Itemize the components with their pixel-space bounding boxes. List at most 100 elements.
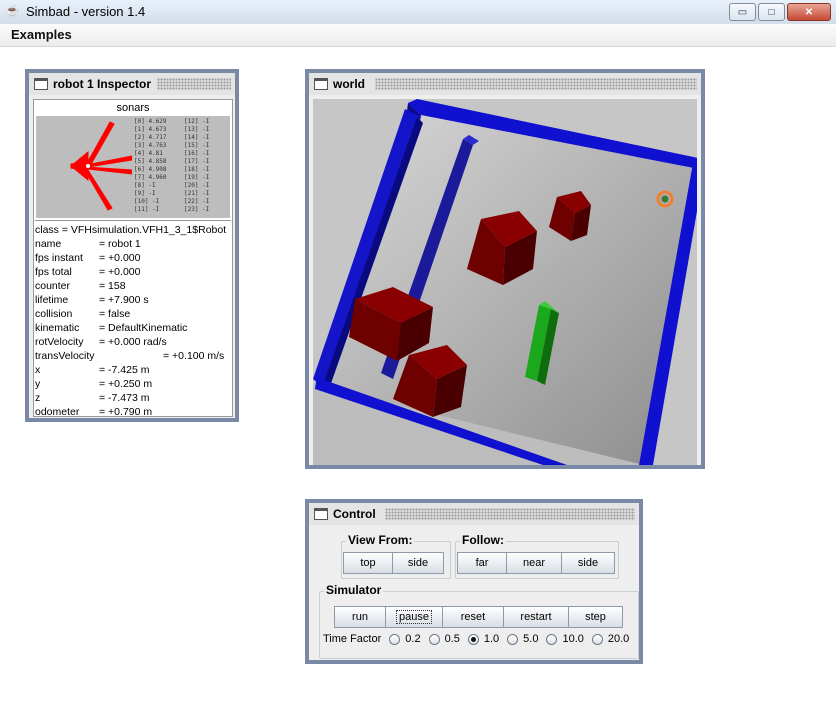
window-controls: ▭ □ ✕	[729, 3, 831, 21]
sonar-reading: [18] -I	[184, 166, 210, 173]
property-row: z = -7.473 m	[35, 391, 231, 405]
sonar-reading: [1] 4.673	[134, 126, 167, 133]
property-value: = -7.473 m	[99, 392, 150, 404]
maximize-button[interactable]: □	[758, 3, 785, 21]
property-value: = +0.000 rad/s	[99, 336, 167, 348]
time-factor-radio[interactable]	[467, 633, 479, 645]
property-value: = DefaultKinematic	[99, 322, 188, 334]
time-factor-label: Time Factor	[323, 633, 382, 645]
sonar-rays-graphic	[70, 121, 132, 211]
world-title: world	[333, 77, 365, 91]
sonar-reading: [13] -I	[184, 126, 210, 133]
view-from-group: View From: top side	[341, 533, 451, 579]
robot-marker	[86, 164, 90, 168]
time-factor-radio[interactable]	[428, 633, 440, 645]
property-value: = -7.425 m	[99, 364, 150, 376]
property-row: lifetime = +7.900 s	[35, 293, 231, 307]
sonar-reading: [2] 4.717	[134, 134, 167, 141]
property-value: = +0.100 m/s	[163, 350, 225, 362]
pause-button[interactable]: pause	[385, 606, 443, 628]
view-top-button[interactable]: top	[343, 552, 393, 574]
close-button[interactable]: ✕	[787, 3, 831, 21]
world-3d-view[interactable]	[313, 99, 697, 465]
property-key: name	[35, 238, 62, 250]
property-row: transVelocity = +0.100 m/s	[35, 349, 231, 363]
restart-button[interactable]: restart	[503, 606, 569, 628]
sonar-reading: [11] -I	[134, 206, 160, 213]
sonar-ray-top	[85, 121, 115, 167]
sonar-reading: [19] -I	[184, 174, 210, 181]
property-value: = +0.000	[99, 266, 141, 278]
world-titlebar[interactable]: world	[309, 73, 701, 95]
property-key: z	[35, 392, 41, 404]
sonar-readings-right: [12] -I [13] -I [14] -I [15] -I [16] -I [17] …	[184, 118, 209, 214]
sonar-reading: [0] 4.629	[134, 118, 167, 125]
property-key: x	[35, 364, 41, 376]
view-from-label: View From:	[346, 533, 415, 547]
sonar-reading: [8] -I	[134, 182, 156, 189]
property-key: counter	[35, 280, 71, 292]
sonar-reading: [15] -I	[184, 142, 210, 149]
property-row: fps total = +0.000	[35, 265, 231, 279]
property-key: rotVelocity	[35, 336, 84, 348]
property-key: odometer	[35, 406, 80, 418]
step-button[interactable]: step	[568, 606, 623, 628]
property-value: = robot 1	[99, 238, 141, 250]
property-key: fps instant	[35, 252, 83, 264]
sonar-reading: [16] -I	[184, 150, 210, 157]
property-value: = false	[99, 308, 131, 320]
property-key: collision	[35, 308, 73, 320]
property-key: lifetime	[35, 294, 69, 306]
reset-button[interactable]: reset	[442, 606, 504, 628]
sonars-label: sonars	[116, 102, 150, 114]
property-row: counter = 158	[35, 279, 231, 293]
inspector-titlebar[interactable]: robot 1 Inspector	[29, 73, 235, 95]
sonar-reading: [21] -I	[184, 190, 210, 197]
property-row: x = -7.425 m	[35, 363, 231, 377]
sonar-reading: [9] -I	[134, 190, 156, 197]
property-row: kinematic = DefaultKinematic	[35, 321, 231, 335]
time-factor-option-label: 10.0	[562, 633, 584, 645]
control-titlebar[interactable]: Control	[309, 503, 639, 525]
sonar-reading: [22] -I	[184, 198, 210, 205]
follow-label: Follow:	[460, 533, 506, 547]
world-frame: world	[305, 69, 705, 469]
properties-list: class = VFHsimulation.VFH1_3_1$Robot nam…	[35, 220, 231, 419]
minimize-button[interactable]: ▭	[729, 3, 756, 21]
time-factor-radio[interactable]	[389, 633, 401, 645]
sonar-reading: [4] 4.81	[134, 150, 163, 157]
follow-far-button[interactable]: far	[457, 552, 507, 574]
property-row: name = robot 1	[35, 237, 231, 251]
follow-side-button[interactable]: side	[561, 552, 615, 574]
world-scene	[313, 99, 697, 465]
sonar-reading: [23] -I	[184, 206, 210, 213]
menu-examples[interactable]: Examples	[11, 27, 72, 42]
frame-window-icon	[34, 78, 48, 90]
menu-bar: Examples	[0, 24, 836, 47]
view-side-button[interactable]: side	[392, 552, 444, 574]
sonar-reading: [14] -I	[184, 134, 210, 141]
sonar-display: [0] 4.629 [1] 4.673 [2] 4.717 [3] 4.763 [4] …	[36, 116, 230, 218]
control-title: Control	[333, 507, 376, 521]
sonar-reading: [10] -I	[134, 198, 160, 205]
time-factor-radio[interactable]	[507, 633, 519, 645]
title-grip	[157, 78, 231, 90]
time-factor-radio[interactable]	[591, 633, 603, 645]
property-key: y	[35, 378, 41, 390]
title-grip	[385, 508, 635, 520]
title-grip	[375, 78, 697, 90]
control-frame: Control View From: top side Follow: far …	[305, 499, 643, 664]
time-factor-option-label: 1.0	[483, 633, 500, 645]
follow-near-button[interactable]: near	[506, 552, 562, 574]
run-button[interactable]: run	[334, 606, 386, 628]
time-factor-option-label: 5.0	[523, 633, 539, 645]
time-factor-radio[interactable]	[546, 633, 558, 645]
property-class: class = VFHsimulation.VFH1_3_1$Robot	[35, 223, 231, 237]
property-row: fps instant = +0.000	[35, 251, 231, 265]
time-factor-row: Time Factor 0.2 0.5 1.0 5.0 10.0 20.0	[323, 633, 629, 645]
sonar-readings-left: [0] 4.629 [1] 4.673 [2] 4.717 [3] 4.763 [4] …	[134, 118, 167, 214]
follow-buttons: far near side	[457, 552, 615, 574]
sonar-ray-lower	[84, 166, 132, 175]
sonar-reading: [5] 4.858	[134, 158, 167, 165]
property-value: = +0.000	[99, 252, 141, 264]
